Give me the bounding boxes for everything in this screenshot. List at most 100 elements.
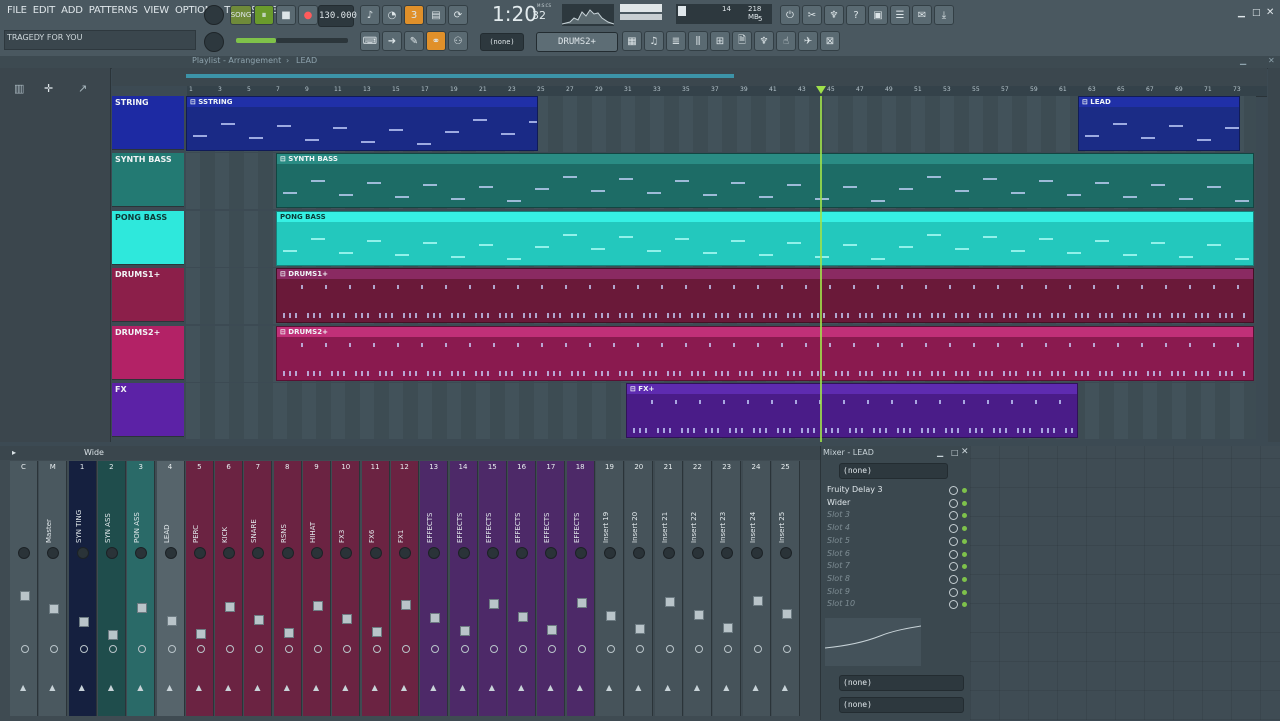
wait-input-button[interactable]: ◔ — [382, 5, 402, 25]
pan-knob[interactable] — [545, 547, 558, 559]
volume-fader[interactable] — [781, 609, 792, 619]
route-led[interactable] — [167, 645, 176, 653]
mixer-strip[interactable]: 24 Insert 24 ▲ — [742, 461, 771, 716]
mixer-strip[interactable]: 17 EFFECTS ▲ — [537, 461, 566, 716]
route-led[interactable] — [460, 645, 469, 653]
route-arrow-icon[interactable]: ▲ — [49, 683, 55, 692]
plugin-db-button[interactable]: ♆ — [754, 31, 774, 51]
pan-knob[interactable] — [750, 547, 763, 559]
route-arrow-icon[interactable]: ▲ — [79, 683, 85, 692]
route-arrow-icon[interactable]: ▲ — [489, 683, 495, 692]
pan-knob[interactable] — [691, 547, 704, 559]
mixer-view-mode[interactable]: Wide — [84, 448, 104, 457]
route-arrow-icon[interactable]: ▲ — [665, 683, 671, 692]
stop-button[interactable]: ■ — [276, 5, 296, 25]
save-button[interactable]: ▣ — [868, 5, 888, 25]
route-arrow-icon[interactable]: ▲ — [196, 683, 202, 692]
route-arrow-icon[interactable]: ▲ — [694, 683, 700, 692]
pan-knob[interactable] — [457, 547, 470, 559]
snap-select[interactable]: (none) — [480, 33, 524, 51]
effect-slot[interactable]: Slot 8 — [827, 573, 947, 585]
volume-fader[interactable] — [195, 629, 206, 639]
effect-slot[interactable]: Slot 7 — [827, 560, 947, 572]
blend-notes-button[interactable]: ▤ — [426, 5, 446, 25]
slot-enable-led[interactable] — [962, 589, 967, 595]
volume-fader[interactable] — [430, 613, 441, 623]
route-led[interactable] — [694, 645, 703, 653]
route-led[interactable] — [343, 645, 352, 653]
mixer-strip[interactable]: 18 EFFECTS ▲ — [566, 461, 595, 716]
pan-knob[interactable] — [486, 547, 499, 559]
pan-knob[interactable] — [105, 547, 118, 559]
menu-item[interactable]: PATTERNS — [86, 5, 141, 16]
route-arrow-icon[interactable]: ▲ — [547, 683, 553, 692]
route-arrow-icon[interactable]: ▲ — [401, 683, 407, 692]
mixer-strip[interactable]: 3 PON ASS ▲ — [127, 461, 156, 716]
effect-slot[interactable]: Slot 5 — [827, 535, 947, 547]
record-button[interactable]: ● — [298, 5, 318, 25]
track-header[interactable]: DRUMS1+ — [112, 268, 184, 323]
volume-fader[interactable] — [20, 591, 30, 601]
route-arrow-icon[interactable]: ▲ — [723, 683, 729, 692]
panel-maximize-button[interactable]: □ — [951, 448, 959, 457]
countdown-button[interactable]: 3 — [404, 5, 424, 25]
route-arrow-icon[interactable]: ▲ — [577, 683, 583, 692]
pan-knob[interactable] — [516, 547, 529, 559]
mixer-strip[interactable]: 7 SNARE ▲ — [244, 461, 273, 716]
volume-fader[interactable] — [459, 626, 470, 636]
menu-item[interactable]: ADD — [58, 5, 86, 16]
route-led[interactable] — [284, 645, 293, 653]
panel-minimize-button[interactable]: ▁ — [937, 448, 943, 457]
mixer-strip[interactable]: 2 SYN ASS ▲ — [97, 461, 126, 716]
volume-fader[interactable] — [283, 628, 294, 638]
maximize-button[interactable]: □ — [1252, 8, 1261, 18]
eq-graph[interactable] — [824, 618, 922, 666]
mixer-strip[interactable]: 25 Insert 25 ▲ — [771, 461, 800, 716]
mixer-strip[interactable]: 11 FX6 ▲ — [361, 461, 390, 716]
route-arrow-icon[interactable]: ▲ — [342, 683, 348, 692]
master-volume-slider[interactable] — [236, 38, 276, 43]
touch-button[interactable]: ☝ — [776, 31, 796, 51]
move-icon[interactable]: ✛ — [44, 82, 53, 95]
plugin-picker-button[interactable]: ♆ — [824, 5, 844, 25]
track-header[interactable]: SYNTH BASS — [112, 153, 184, 208]
volume-fader[interactable] — [752, 596, 763, 606]
playlist-clip[interactable]: ⊟ DRUMS2+ — [276, 325, 1254, 381]
pan-knob[interactable] — [369, 547, 382, 559]
route-arrow-icon[interactable]: ▲ — [137, 683, 143, 692]
volume-fader[interactable] — [313, 601, 323, 611]
playhead-marker[interactable] — [816, 86, 826, 94]
volume-fader[interactable] — [137, 603, 148, 613]
route-led[interactable] — [607, 645, 615, 653]
close-window-button[interactable]: ✕ — [1266, 7, 1274, 18]
slot-enable-led[interactable] — [962, 500, 967, 506]
picker-icon[interactable]: ▥ — [14, 82, 24, 95]
pause-button[interactable]: ⏸ — [254, 5, 274, 25]
volume-fader[interactable] — [488, 599, 499, 609]
route-arrow-icon[interactable]: ▲ — [167, 683, 173, 692]
pan-knob[interactable] — [164, 547, 177, 559]
pan-knob[interactable] — [340, 547, 353, 559]
mixer-strip[interactable]: 22 Insert 22 ▲ — [683, 461, 712, 716]
panel-close-button[interactable]: ✕ — [961, 447, 969, 457]
volume-fader[interactable] — [225, 602, 236, 612]
mixer-strip[interactable]: 15 EFFECTS ▲ — [478, 461, 507, 716]
track-header[interactable]: PONG BASS — [112, 210, 184, 265]
track-header[interactable]: FX — [112, 383, 184, 437]
master-pitch-knob[interactable] — [204, 32, 224, 52]
mixer-strip[interactable]: 21 Insert 21 ▲ — [654, 461, 683, 716]
volume-fader[interactable] — [547, 625, 558, 635]
route-led[interactable] — [372, 645, 381, 653]
pan-knob[interactable] — [398, 547, 411, 559]
volume-fader[interactable] — [78, 617, 89, 627]
output-select-2[interactable]: (none) — [839, 697, 964, 713]
effect-slot[interactable]: Fruity Delay 3 — [827, 484, 947, 496]
slot-enable-led[interactable] — [962, 488, 967, 493]
chat-button[interactable]: ✉ — [912, 5, 932, 25]
pan-knob[interactable] — [47, 547, 60, 559]
slot-enable-led[interactable] — [962, 513, 967, 519]
slot-mix-knob[interactable] — [949, 549, 958, 559]
route-arrow-icon[interactable]: ▲ — [635, 683, 641, 692]
pan-knob[interactable] — [18, 547, 30, 559]
mixer-strip[interactable]: 1 SYN TING ▲ — [68, 461, 97, 716]
